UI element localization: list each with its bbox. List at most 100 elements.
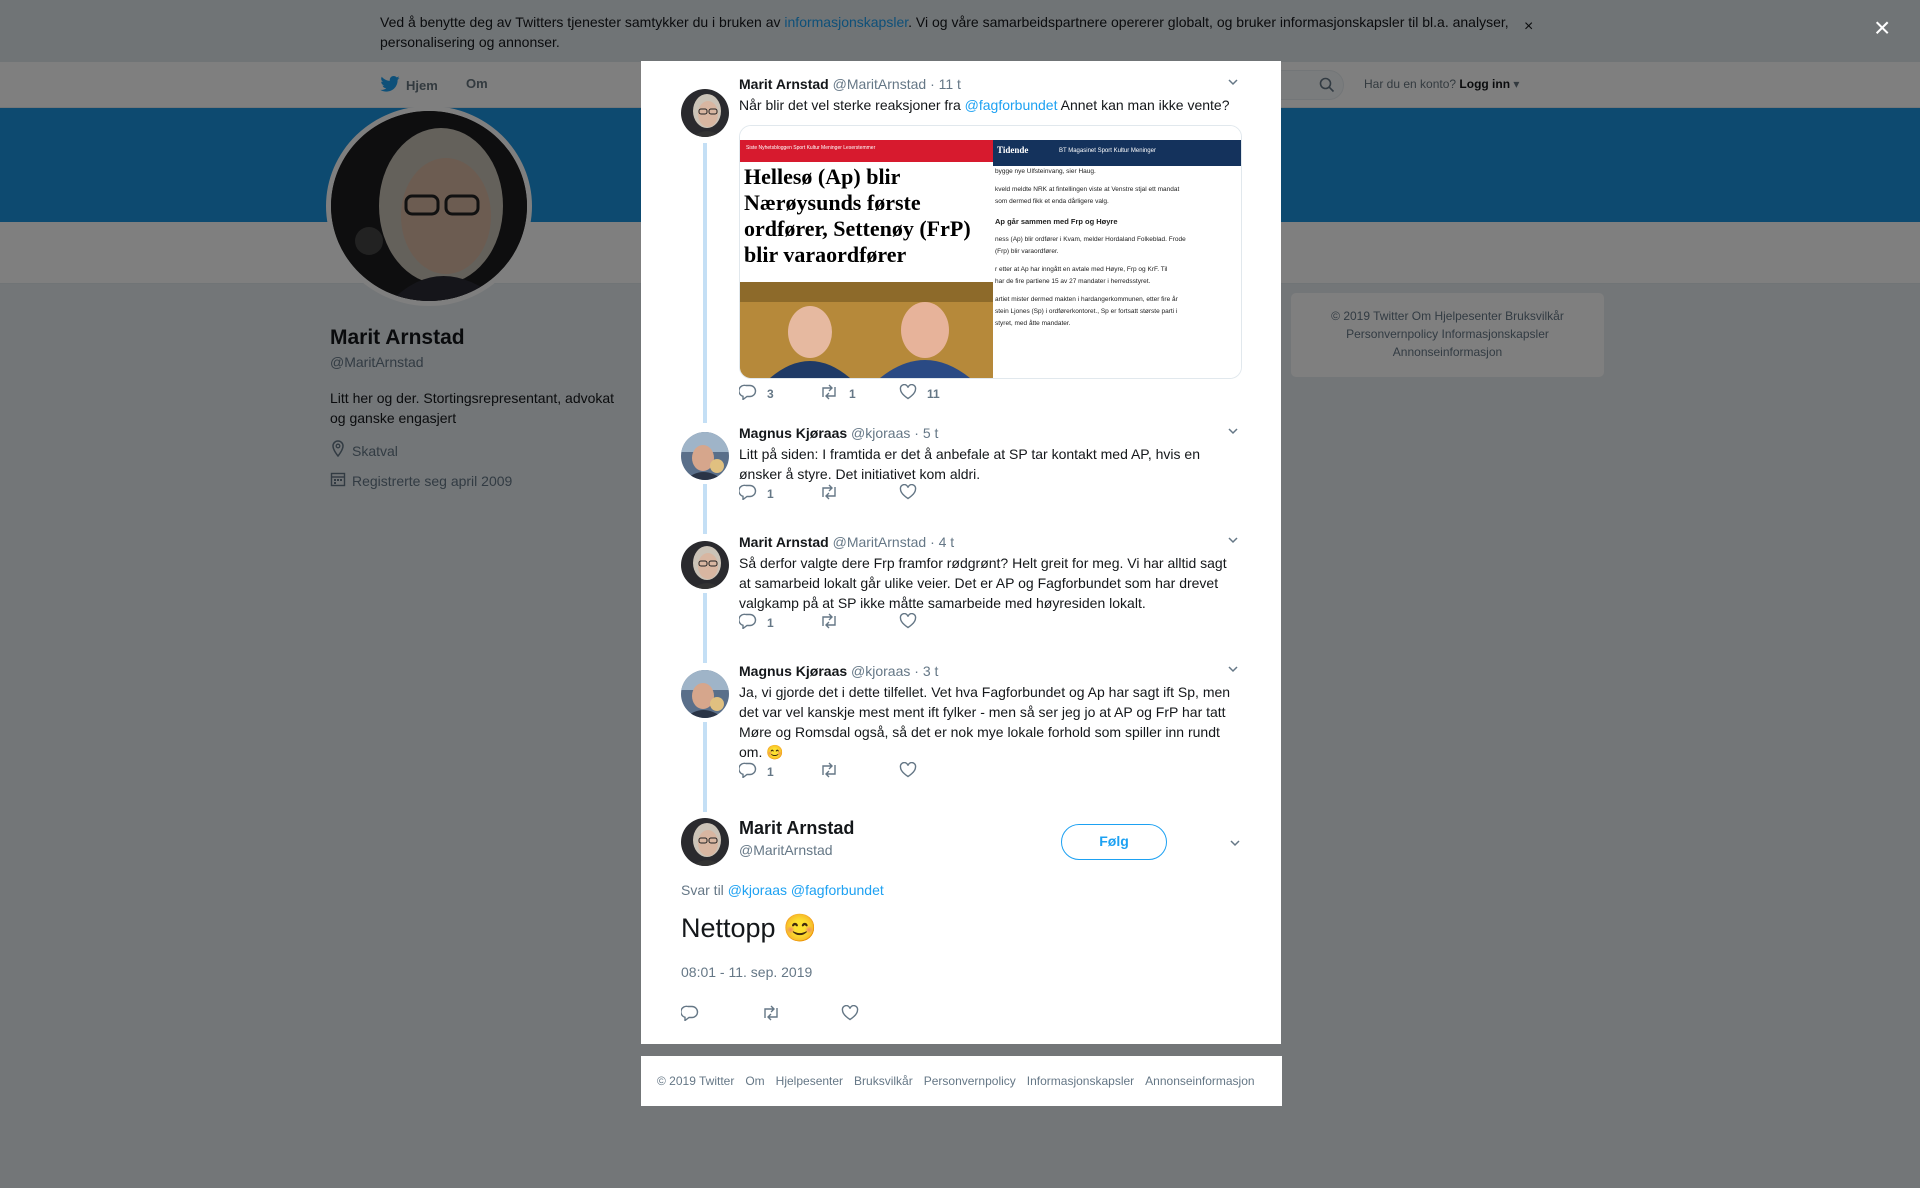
mention-link[interactable]: @fagforbundet: [965, 97, 1058, 113]
reply-icon[interactable]: [738, 384, 757, 403]
like-button[interactable]: [899, 761, 979, 781]
modal-footer: © 2019 Twitter Om Hjelpesenter Bruksvilk…: [641, 1056, 1282, 1106]
main-tweet-actions: [680, 1004, 921, 1024]
avatar[interactable]: [681, 541, 729, 589]
tweet-text: Så derfor valgte dere Frp framfor rødgrø…: [739, 555, 1227, 611]
tweet-4[interactable]: Magnus Kjøraas @kjoraas · 3 t Ja, vi gjo…: [681, 662, 1241, 812]
tweet-author-handle[interactable]: @kjoraas: [851, 663, 910, 679]
tweet-author-name[interactable]: Magnus Kjøraas: [739, 663, 847, 679]
chevron-down-icon[interactable]: [1229, 836, 1241, 852]
main-tweet-timestamp[interactable]: 08:01 - 11. sep. 2019: [681, 964, 812, 980]
tweet-time[interactable]: · 3 t: [914, 663, 938, 679]
heart-icon[interactable]: [899, 383, 917, 403]
reply-icon[interactable]: [738, 484, 757, 503]
main-tweet-author-name[interactable]: Marit Arnstad: [739, 818, 854, 839]
like-button[interactable]: [899, 612, 979, 632]
footer-link-privacy[interactable]: Personvernpolicy: [924, 1074, 1016, 1088]
tweet-text: Når blir det vel sterke reaksjoner fra @…: [739, 97, 1230, 113]
retweet-icon[interactable]: [761, 1005, 781, 1024]
reply-button[interactable]: 3: [738, 384, 819, 403]
reply-button[interactable]: 1: [738, 762, 819, 781]
tweet-time[interactable]: · 4 t: [930, 534, 954, 550]
footer-link-ads[interactable]: Annonseinformasjon: [1145, 1074, 1254, 1088]
main-tweet: Marit Arnstad @MaritArnstad Følg Svar ti…: [680, 818, 1241, 1038]
footer-copyright: © 2019 Twitter: [657, 1074, 735, 1088]
tweet-body: Marit Arnstad @MaritArnstad · 11 t Når b…: [738, 75, 1242, 401]
main-tweet-author-handle[interactable]: @MaritArnstad: [739, 842, 833, 858]
media-article-lines: bygge nye Ulfsteinvang, sier Haug. kveld…: [995, 168, 1186, 327]
like-button[interactable]: [899, 483, 979, 503]
retweet-icon[interactable]: [819, 384, 839, 403]
avatar[interactable]: [681, 89, 729, 137]
tweet-2[interactable]: Magnus Kjøraas @kjoraas · 5 t Litt på si…: [681, 424, 1241, 534]
footer-link-cookies[interactable]: Informasjonskapsler: [1027, 1074, 1134, 1088]
tweet-time[interactable]: · 11 t: [930, 76, 961, 92]
tweet-1[interactable]: Marit Arnstad @MaritArnstad · 11 t Når b…: [681, 75, 1242, 423]
smile-emoji-icon: 😊: [783, 913, 817, 943]
retweet-icon[interactable]: [819, 613, 839, 632]
tweet-media[interactable]: Siste Nyhetsbloggen Sport Kultur Meninge…: [739, 125, 1242, 379]
tweet-time[interactable]: · 5 t: [914, 425, 938, 441]
tweet-author-handle[interactable]: @MaritArnstad: [833, 534, 927, 550]
chevron-down-icon[interactable]: [1227, 424, 1239, 440]
retweet-button[interactable]: 1: [819, 384, 899, 403]
tweet-actions: 1: [738, 612, 979, 632]
media-right-screenshot: Tidende BT Magasinet Sport Kultur Mening…: [993, 126, 1241, 378]
reply-icon[interactable]: [738, 762, 757, 781]
tweet-text: Litt på siden: I framtida er det å anbef…: [739, 446, 1200, 482]
chevron-down-icon[interactable]: [1227, 533, 1239, 549]
tweet-header: Magnus Kjøraas @kjoraas · 3 t: [739, 662, 1239, 680]
avatar[interactable]: [681, 670, 729, 718]
reply-button[interactable]: [680, 1005, 761, 1024]
tweet-author-handle[interactable]: @kjoraas: [851, 425, 910, 441]
reply-button[interactable]: 1: [738, 613, 819, 632]
tweet-body: Marit Arnstad @MaritArnstad · 4 t Så der…: [738, 533, 1239, 630]
retweet-icon[interactable]: [819, 484, 839, 503]
heart-icon[interactable]: [841, 1004, 859, 1024]
heart-icon[interactable]: [899, 612, 917, 632]
chevron-down-icon[interactable]: [1227, 662, 1239, 678]
tweet-author-name[interactable]: Marit Arnstad: [739, 534, 829, 550]
tweet-author-handle[interactable]: @MaritArnstad: [833, 76, 927, 92]
smile-emoji-icon: 😊: [766, 744, 784, 760]
tweet-body: Magnus Kjøraas @kjoraas · 5 t Litt på si…: [738, 424, 1239, 501]
close-modal-icon[interactable]: ×: [1874, 12, 1890, 44]
tweet-header: Magnus Kjøraas @kjoraas · 5 t: [739, 424, 1239, 442]
tweet-actions: 1: [738, 483, 979, 503]
reply-button[interactable]: 1: [738, 484, 819, 503]
follow-button[interactable]: Følg: [1061, 824, 1167, 860]
thread-line: [703, 143, 707, 423]
thread-line: [703, 593, 707, 663]
reply-to-mentions[interactable]: @kjoraas @fagforbundet: [728, 882, 884, 898]
media-left-screenshot: Siste Nyhetsbloggen Sport Kultur Meninge…: [740, 126, 993, 378]
heart-icon[interactable]: [899, 761, 917, 781]
retweet-button[interactable]: [819, 484, 899, 503]
avatar[interactable]: [681, 432, 729, 480]
tweet-body: Magnus Kjøraas @kjoraas · 3 t Ja, vi gjo…: [738, 662, 1239, 779]
chevron-down-icon[interactable]: [1227, 75, 1239, 91]
main-tweet-text: Nettopp 😊: [681, 913, 817, 943]
heart-icon[interactable]: [899, 483, 917, 503]
tweet-header: Marit Arnstad @MaritArnstad · 4 t: [739, 533, 1239, 551]
like-button[interactable]: [841, 1004, 921, 1024]
reply-icon[interactable]: [738, 613, 757, 632]
retweet-button[interactable]: [819, 762, 899, 781]
reply-to: Svar til @kjoraas @fagforbundet: [681, 882, 884, 898]
retweet-button[interactable]: [819, 613, 899, 632]
tweet-author-name[interactable]: Marit Arnstad: [739, 76, 829, 92]
retweet-icon[interactable]: [819, 762, 839, 781]
tweet-author-name[interactable]: Magnus Kjøraas: [739, 425, 847, 441]
retweet-button[interactable]: [761, 1005, 841, 1024]
avatar[interactable]: [681, 818, 729, 866]
tweet-actions: 1: [738, 761, 979, 781]
tweet-text: Ja, vi gjorde det i dette tilfellet. Vet…: [739, 684, 1231, 760]
reply-icon[interactable]: [680, 1005, 699, 1024]
footer-link-terms[interactable]: Bruksvilkår: [854, 1074, 913, 1088]
like-button[interactable]: 11: [899, 383, 979, 403]
footer-link-about[interactable]: Om: [745, 1074, 764, 1088]
media-photo: [740, 282, 993, 378]
thread-line: [703, 484, 707, 534]
footer-link-help[interactable]: Hjelpesenter: [776, 1074, 843, 1088]
tweet-3[interactable]: Marit Arnstad @MaritArnstad · 4 t Så der…: [681, 533, 1241, 663]
tweet-actions: 3 1 11: [738, 383, 979, 403]
